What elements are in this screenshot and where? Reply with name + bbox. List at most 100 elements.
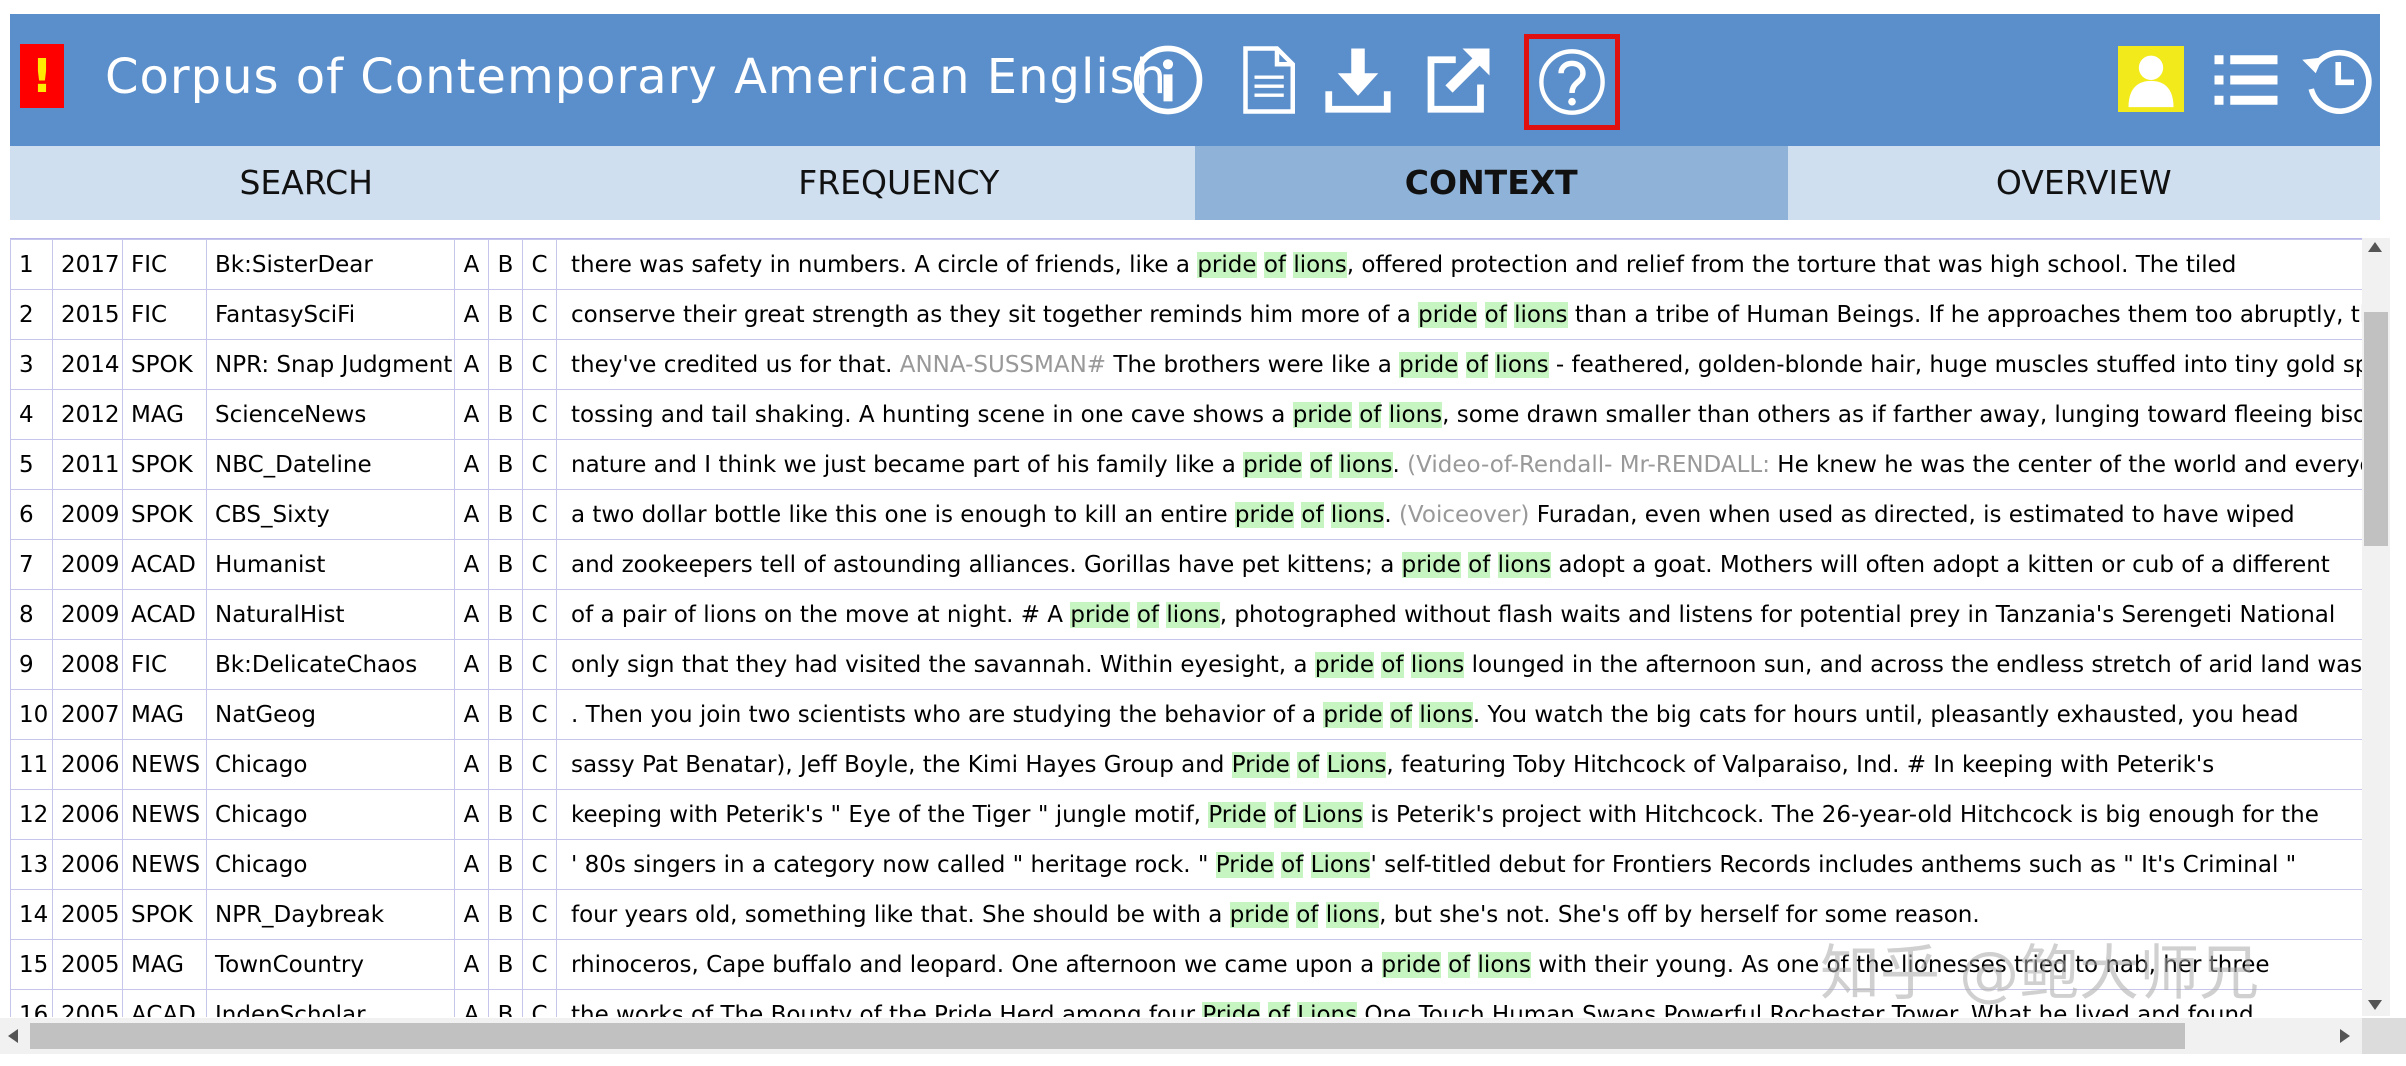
- download-icon[interactable]: [1322, 44, 1394, 116]
- expand-a-link[interactable]: A: [454, 939, 489, 990]
- keyword-highlight[interactable]: pride: [1197, 251, 1257, 278]
- expand-c-link[interactable]: C: [522, 789, 557, 840]
- expand-b-link[interactable]: B: [488, 389, 523, 440]
- keyword-highlight[interactable]: of: [1309, 451, 1332, 478]
- expand-b-link[interactable]: B: [488, 989, 523, 1017]
- expand-c-link[interactable]: C: [522, 639, 557, 690]
- keyword-highlight[interactable]: of: [1359, 401, 1382, 428]
- keyword-highlight[interactable]: lions: [1325, 901, 1380, 928]
- keyword-highlight[interactable]: lions: [1419, 701, 1473, 728]
- expand-b-link[interactable]: B: [488, 589, 523, 640]
- keyword-highlight[interactable]: lions: [1410, 651, 1465, 678]
- keyword-highlight[interactable]: pride: [1292, 401, 1352, 428]
- source-cell[interactable]: FantasySciFi: [206, 289, 455, 340]
- expand-b-link[interactable]: B: [488, 439, 523, 490]
- keyword-highlight[interactable]: of: [1267, 1001, 1290, 1017]
- expand-a-link[interactable]: A: [454, 689, 489, 740]
- expand-a-link[interactable]: A: [454, 539, 489, 590]
- scroll-up-arrow-icon[interactable]: [2368, 242, 2382, 252]
- source-cell[interactable]: NPR: Snap Judgment: [206, 339, 455, 390]
- expand-a-link[interactable]: A: [454, 789, 489, 840]
- keyword-highlight[interactable]: Pride: [1208, 801, 1267, 828]
- keyword-highlight[interactable]: Pride: [1231, 751, 1290, 778]
- keyword-highlight[interactable]: of: [1273, 801, 1296, 828]
- expand-a-link[interactable]: A: [454, 289, 489, 340]
- keyword-highlight[interactable]: of: [1448, 951, 1471, 978]
- expand-a-link[interactable]: A: [454, 239, 489, 290]
- keyword-highlight[interactable]: Lions: [1303, 801, 1364, 828]
- source-cell[interactable]: NPR_Daybreak: [206, 889, 455, 940]
- expand-c-link[interactable]: C: [522, 339, 557, 390]
- keyword-highlight[interactable]: of: [1301, 501, 1324, 528]
- keyword-highlight[interactable]: pride: [1323, 701, 1383, 728]
- expand-c-link[interactable]: C: [522, 739, 557, 790]
- expand-c-link[interactable]: C: [522, 839, 557, 890]
- source-cell[interactable]: Chicago: [206, 739, 455, 790]
- expand-a-link[interactable]: A: [454, 889, 489, 940]
- expand-c-link[interactable]: C: [522, 239, 557, 290]
- keyword-highlight[interactable]: pride: [1070, 601, 1130, 628]
- scroll-right-arrow-icon[interactable]: [2340, 1029, 2350, 1043]
- expand-c-link[interactable]: C: [522, 489, 557, 540]
- keyword-highlight[interactable]: Lions: [1310, 851, 1371, 878]
- keyword-highlight[interactable]: of: [1465, 351, 1488, 378]
- expand-a-link[interactable]: A: [454, 989, 489, 1017]
- keyword-highlight[interactable]: lions: [1388, 401, 1443, 428]
- keyword-highlight[interactable]: pride: [1399, 351, 1459, 378]
- help-button[interactable]: [1524, 34, 1620, 130]
- info-icon[interactable]: [1132, 44, 1204, 116]
- keyword-highlight[interactable]: Lions: [1297, 1001, 1358, 1017]
- tab-frequency[interactable]: FREQUENCY: [603, 146, 1196, 220]
- expand-b-link[interactable]: B: [488, 939, 523, 990]
- source-cell[interactable]: NatGeog: [206, 689, 455, 740]
- keyword-highlight[interactable]: lions: [1166, 601, 1220, 628]
- expand-c-link[interactable]: C: [522, 289, 557, 340]
- expand-c-link[interactable]: C: [522, 589, 557, 640]
- source-cell[interactable]: NaturalHist: [206, 589, 455, 640]
- keyword-highlight[interactable]: pride: [1234, 501, 1295, 528]
- horizontal-scroll-thumb[interactable]: [30, 1023, 2185, 1049]
- document-icon[interactable]: [1232, 44, 1304, 116]
- tab-context[interactable]: CONTEXT: [1195, 146, 1788, 220]
- expand-b-link[interactable]: B: [488, 739, 523, 790]
- source-cell[interactable]: TownCountry: [206, 939, 455, 990]
- user-icon[interactable]: [2118, 46, 2184, 112]
- expand-c-link[interactable]: C: [522, 389, 557, 440]
- tab-overview[interactable]: OVERVIEW: [1788, 146, 2381, 220]
- keyword-highlight[interactable]: lions: [1497, 551, 1552, 578]
- keyword-highlight[interactable]: of: [1296, 901, 1319, 928]
- keyword-highlight[interactable]: lions: [1514, 301, 1568, 328]
- expand-a-link[interactable]: A: [454, 839, 489, 890]
- keyword-highlight[interactable]: of: [1381, 651, 1404, 678]
- expand-a-link[interactable]: A: [454, 739, 489, 790]
- expand-a-link[interactable]: A: [454, 639, 489, 690]
- expand-c-link[interactable]: C: [522, 939, 557, 990]
- horizontal-scrollbar[interactable]: [0, 1018, 2362, 1054]
- expand-a-link[interactable]: A: [454, 339, 489, 390]
- keyword-highlight[interactable]: pride: [1381, 951, 1441, 978]
- scroll-left-arrow-icon[interactable]: [8, 1029, 18, 1043]
- keyword-highlight[interactable]: Pride: [1215, 851, 1274, 878]
- source-cell[interactable]: Humanist: [206, 539, 455, 590]
- keyword-highlight[interactable]: pride: [1418, 301, 1478, 328]
- keyword-highlight[interactable]: of: [1263, 251, 1286, 278]
- expand-a-link[interactable]: A: [454, 439, 489, 490]
- keyword-highlight[interactable]: pride: [1243, 451, 1303, 478]
- expand-c-link[interactable]: C: [522, 889, 557, 940]
- vertical-scroll-thumb[interactable]: [2364, 312, 2388, 546]
- expand-b-link[interactable]: B: [488, 289, 523, 340]
- keyword-highlight[interactable]: lions: [1495, 351, 1549, 378]
- vertical-scrollbar[interactable]: [2362, 238, 2390, 1016]
- keyword-highlight[interactable]: lions: [1293, 251, 1347, 278]
- expand-b-link[interactable]: B: [488, 689, 523, 740]
- expand-c-link[interactable]: C: [522, 539, 557, 590]
- expand-a-link[interactable]: A: [454, 389, 489, 440]
- expand-b-link[interactable]: B: [488, 339, 523, 390]
- keyword-highlight[interactable]: Pride: [1202, 1001, 1261, 1017]
- expand-c-link[interactable]: C: [522, 989, 557, 1017]
- expand-a-link[interactable]: A: [454, 489, 489, 540]
- alert-badge[interactable]: !: [20, 44, 64, 108]
- source-cell[interactable]: NBC_Dateline: [206, 439, 455, 490]
- expand-a-link[interactable]: A: [454, 589, 489, 640]
- source-cell[interactable]: Bk:DelicateChaos: [206, 639, 455, 690]
